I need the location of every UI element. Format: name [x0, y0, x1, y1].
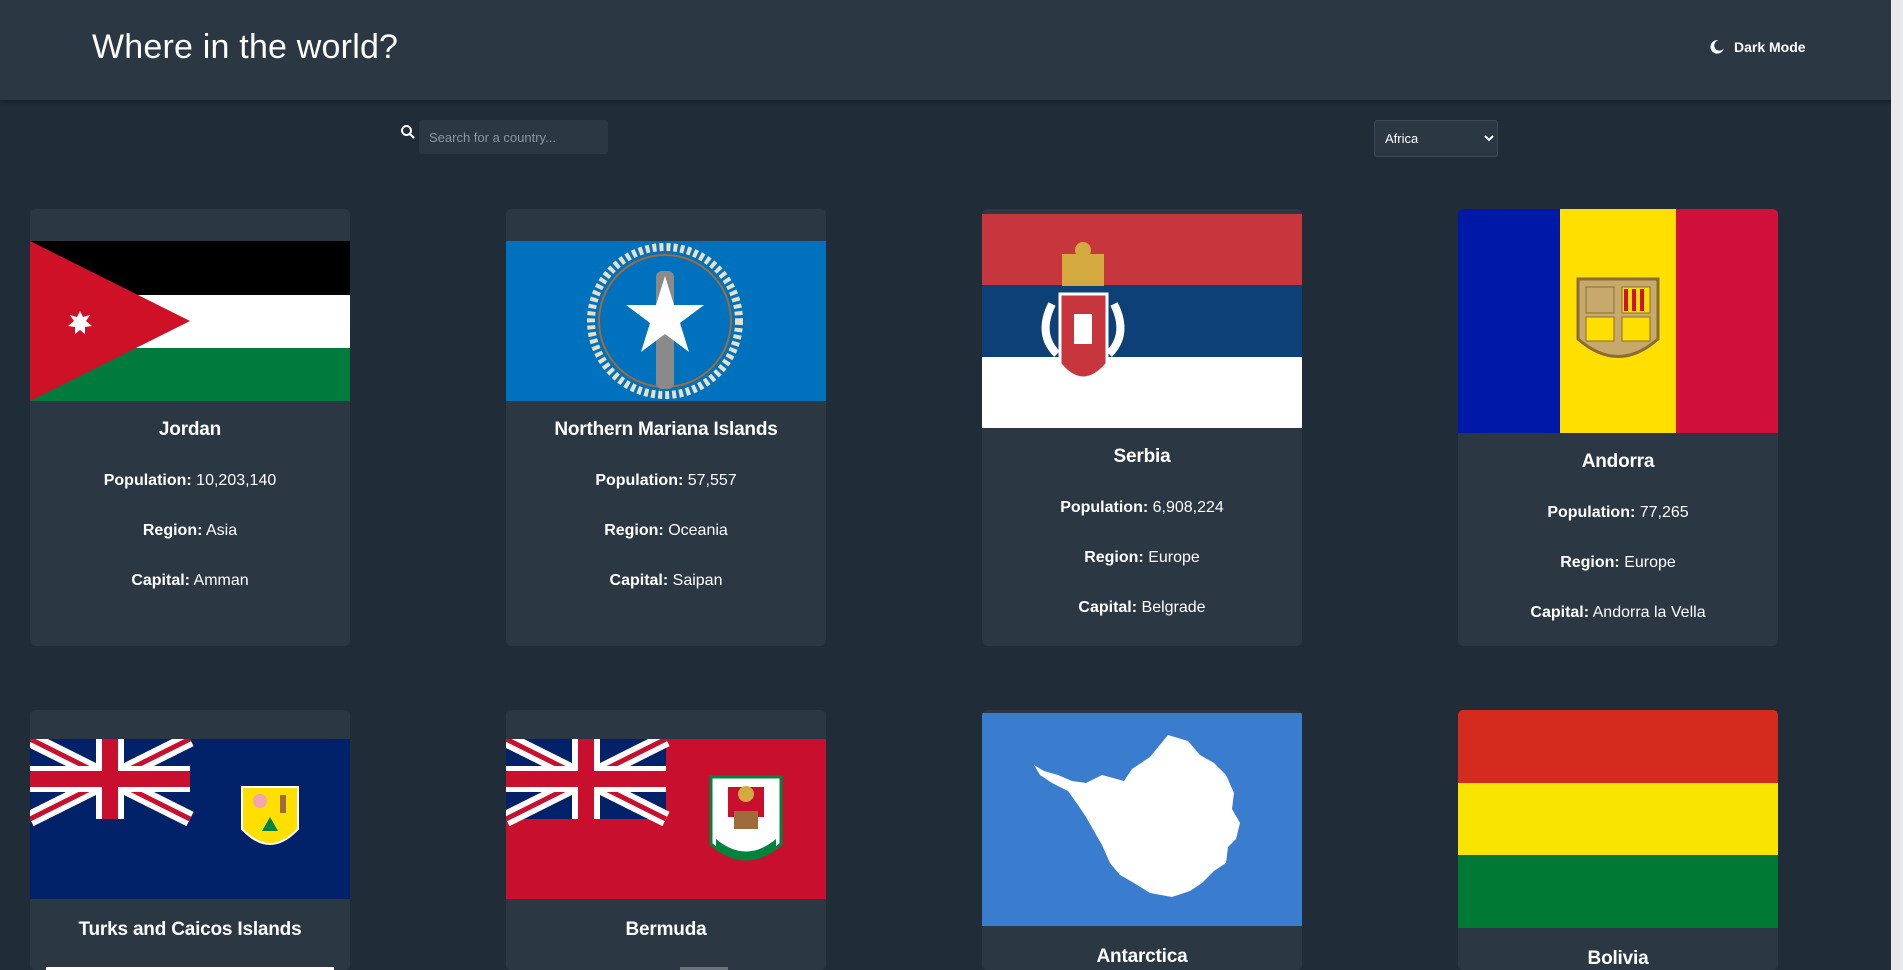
- region-value: Asia: [205, 522, 238, 539]
- population-value: 10,203,140: [196, 472, 277, 489]
- flag-bermuda: [506, 739, 826, 899]
- dark-mode-toggle[interactable]: Dark Mode: [1708, 38, 1806, 56]
- flag-serbia: [982, 214, 1302, 428]
- app-title: Where in the world?: [92, 28, 399, 66]
- flag-bolivia: [1458, 710, 1778, 928]
- region-filter-select[interactable]: Africa: [1374, 120, 1498, 157]
- country-name: Northern Mariana Islands: [554, 419, 778, 440]
- capital-value: Saipan: [672, 572, 723, 589]
- dark-mode-label: Dark Mode: [1734, 39, 1806, 55]
- country-card-bolivia[interactable]: Bolivia: [1458, 710, 1778, 970]
- country-card-turks-and-caicos-islands[interactable]: Turks and Caicos Islands: [30, 710, 350, 970]
- capital-value: Amman: [193, 572, 249, 589]
- country-card-andorra[interactable]: Andorra Population: 77,265 Region: Europ…: [1458, 209, 1778, 646]
- country-name: Bermuda: [625, 919, 707, 940]
- country-name: Antarctica: [1096, 946, 1188, 967]
- country-card-northern-mariana-islands[interactable]: Northern Mariana Islands Population: 57,…: [506, 209, 826, 646]
- capital-value: Andorra la Vella: [1592, 604, 1706, 621]
- search-input[interactable]: [419, 120, 608, 154]
- country-name: Serbia: [1113, 446, 1171, 467]
- country-card-jordan[interactable]: Jordan Population: 10,203,140 Region: As…: [30, 209, 350, 646]
- flag-jordan: [30, 241, 350, 401]
- population-value: 77,265: [1639, 504, 1689, 521]
- country-name: Andorra: [1581, 451, 1655, 472]
- search-icon: [401, 125, 415, 139]
- flag-antarctica: [982, 713, 1302, 926]
- search-bar: [400, 120, 608, 154]
- region-value: Europe: [1624, 554, 1676, 571]
- country-name: Jordan: [158, 419, 222, 440]
- capital-value: Belgrade: [1141, 599, 1206, 616]
- population-value: 57,557: [687, 472, 737, 489]
- country-card-serbia[interactable]: Serbia Population: 6,908,224 Region: Eur…: [982, 209, 1302, 646]
- flag-northern-mariana-islands: [506, 241, 826, 401]
- flag-turks-and-caicos-islands: [30, 739, 350, 899]
- population-value: 6,908,224: [1152, 499, 1224, 516]
- flag-andorra: [1458, 209, 1778, 433]
- country-card-bermuda[interactable]: Bermuda: [506, 710, 826, 970]
- country-name: Bolivia: [1587, 948, 1649, 969]
- moon-icon: [1710, 40, 1724, 54]
- region-value: Europe: [1148, 549, 1200, 566]
- country-name: Turks and Caicos Islands: [78, 919, 302, 940]
- page-scrollbar[interactable]: [1891, 0, 1903, 970]
- app-header: Where in the world? Dark Mode: [0, 0, 1903, 100]
- region-value: Oceania: [668, 522, 728, 539]
- country-card-antarctica[interactable]: Antarctica: [982, 710, 1302, 970]
